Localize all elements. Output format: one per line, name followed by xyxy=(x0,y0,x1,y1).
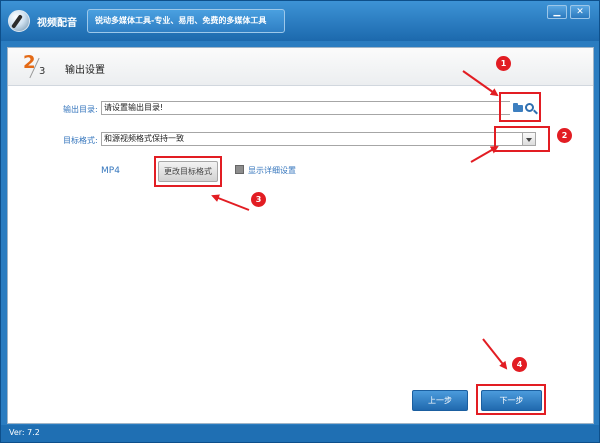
annotation-arrows xyxy=(211,70,508,370)
arrow-2 xyxy=(470,146,499,163)
arrow-1 xyxy=(462,70,499,97)
app-window: 视频配音 锐动多媒体工具-专业、易用、免费的多媒体工具 ▁ ✕ 2 3 输出设置… xyxy=(0,0,600,443)
version-label: Ver: 7.2 xyxy=(9,428,40,437)
status-bar: Ver: 7.2 xyxy=(1,425,599,442)
arrow-4 xyxy=(482,338,508,370)
arrow-3 xyxy=(211,194,250,211)
